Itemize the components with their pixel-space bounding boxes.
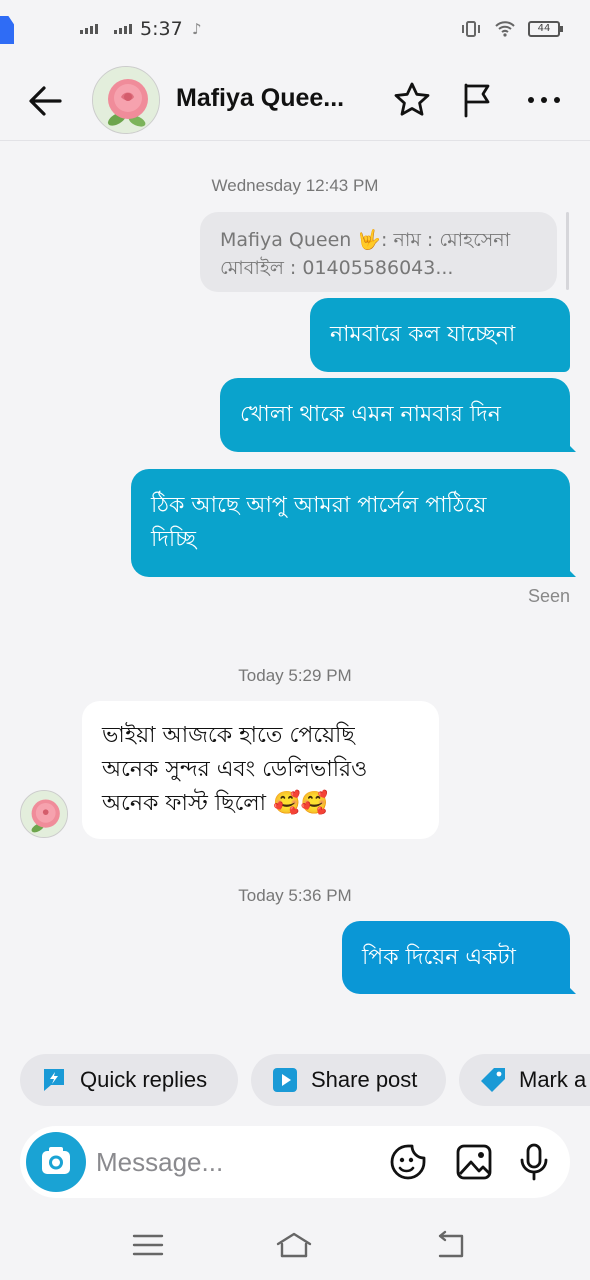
wifi-icon xyxy=(495,21,515,37)
message-text: দিচ্ছি xyxy=(151,527,196,552)
microphone-icon[interactable] xyxy=(514,1142,554,1182)
camera-icon xyxy=(42,1147,70,1174)
contact-avatar[interactable] xyxy=(20,790,68,838)
message-composer xyxy=(20,1126,570,1198)
contact-avatar[interactable] xyxy=(92,66,160,134)
status-bar: 5:37 ♪ 44 xyxy=(0,0,590,62)
chip-label: Mark a xyxy=(519,1067,587,1092)
incoming-message[interactable]: ভাইয়া আজকে হাতে পেয়েছি অনেক সুন্দর এবং… xyxy=(82,701,439,839)
chip-label: Quick replies xyxy=(80,1067,208,1092)
status-right: 44 xyxy=(460,20,563,38)
sticker-icon[interactable] xyxy=(388,1142,428,1182)
play-icon xyxy=(273,1068,297,1092)
back-nav-icon[interactable] xyxy=(430,1228,470,1262)
outgoing-message[interactable]: ঠিক আছে আপু আমরা পার্সেল পাঠিয়ে দিচ্ছি xyxy=(131,469,570,577)
message-text: ভাইয়া আজকে হাতে পেয়েছি xyxy=(102,723,355,748)
message-text: পিক দিয়েন একটা xyxy=(362,945,516,970)
outgoing-message[interactable]: খোলা থাকে এমন নামবার দিন xyxy=(220,378,570,452)
quoted-message[interactable]: Mafiya Queen 🤟: নাম : মোহসেনা মোবাইল : 0… xyxy=(200,212,557,292)
signal-icon-2 xyxy=(114,24,132,34)
status-time: 5:37 xyxy=(140,18,183,40)
battery-indicator: 44 xyxy=(528,21,563,37)
camera-button[interactable] xyxy=(26,1132,86,1192)
outgoing-message[interactable]: পিক দিয়েন একটা xyxy=(342,921,570,994)
message-text: খোলা থাকে এমন নামবার দিন xyxy=(240,402,501,427)
back-arrow-icon[interactable] xyxy=(24,80,66,122)
lightning-icon xyxy=(44,1069,64,1091)
quick-replies-chip[interactable]: Quick replies xyxy=(20,1054,238,1106)
app-edge-indicator xyxy=(0,16,14,44)
seen-status: Seen xyxy=(527,586,570,606)
outgoing-message[interactable]: নামবারে কল যাচ্ছেনা xyxy=(310,298,570,372)
chip-label: Share post xyxy=(311,1067,418,1092)
timestamp: Today 5:36 PM xyxy=(238,886,352,905)
vibrate-icon xyxy=(462,21,480,37)
home-icon[interactable] xyxy=(274,1228,314,1262)
system-nav-bar xyxy=(0,1210,590,1280)
header-divider xyxy=(0,140,590,141)
timestamp: Wednesday 12:43 PM xyxy=(211,176,379,195)
quote-line: মোবাইল : 01405586043... xyxy=(220,257,454,279)
quote-line: Mafiya Queen 🤟: নাম : মোহসেনা xyxy=(220,229,511,251)
gallery-icon[interactable] xyxy=(454,1142,494,1182)
tag-icon xyxy=(481,1068,505,1092)
chat-header: Mafiya Quee... xyxy=(0,62,590,140)
share-post-chip[interactable]: Share post xyxy=(251,1054,446,1106)
mark-chip[interactable]: Mark a xyxy=(459,1054,590,1106)
menu-icon[interactable] xyxy=(128,1228,168,1262)
message-text: অনেক ফাস্ট ছিলো 🥰🥰 xyxy=(102,791,328,816)
star-icon[interactable] xyxy=(392,80,432,120)
quote-bar xyxy=(566,212,569,290)
message-input[interactable] xyxy=(96,1140,366,1184)
flag-icon[interactable] xyxy=(458,80,498,120)
message-text: অনেক সুন্দর এবং ডেলিভারিও xyxy=(102,757,368,782)
message-text: ঠিক আছে আপু আমরা পার্সেল পাঠিয়ে xyxy=(151,493,487,518)
signal-icon xyxy=(80,24,98,34)
more-icon[interactable] xyxy=(524,80,564,120)
tiktok-icon: ♪ xyxy=(192,20,202,38)
timestamp: Today 5:29 PM xyxy=(238,666,352,685)
contact-name[interactable]: Mafiya Quee... xyxy=(176,84,376,113)
message-text: নামবারে কল যাচ্ছেনা xyxy=(330,322,516,347)
